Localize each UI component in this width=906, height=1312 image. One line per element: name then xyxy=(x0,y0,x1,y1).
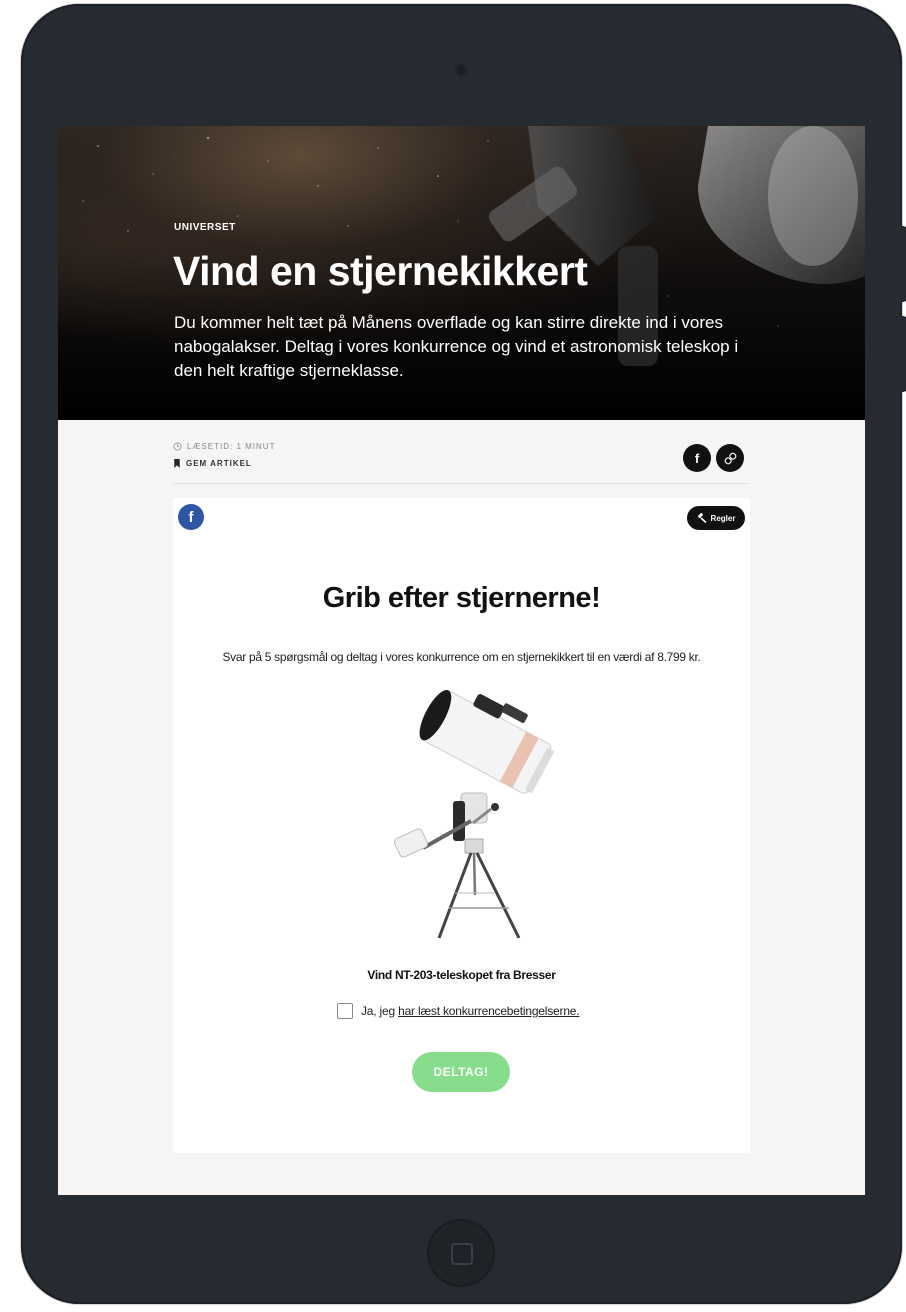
terms-label-prefix: Ja, jeg xyxy=(361,1004,399,1018)
article-hero: UNIVERSET Vind en stjernekikkert Du komm… xyxy=(58,126,865,420)
rules-label: Regler xyxy=(710,513,736,523)
home-button[interactable] xyxy=(427,1219,495,1287)
gavel-icon xyxy=(697,513,707,523)
read-time-label: LÆSETID: 1 MINUT xyxy=(187,442,276,451)
rules-button[interactable]: Regler xyxy=(687,506,745,530)
save-article-button[interactable]: GEM ARTIKEL xyxy=(173,459,252,468)
volume-up-button[interactable] xyxy=(899,226,906,302)
facebook-login-button[interactable]: f xyxy=(178,504,204,530)
read-time: LÆSETID: 1 MINUT xyxy=(173,442,275,451)
save-article-label: GEM ARTIKEL xyxy=(186,459,252,468)
bookmark-icon xyxy=(174,459,180,468)
link-icon xyxy=(724,452,736,464)
clock-icon xyxy=(173,442,182,451)
contest-title: Grib efter stjernerne! xyxy=(322,582,601,614)
article-description: Du kommer helt tæt på Månens overflade o… xyxy=(174,313,739,380)
participate-button[interactable]: DELTAG! xyxy=(412,1052,510,1092)
terms-checkbox[interactable] xyxy=(337,1003,353,1019)
terms-link[interactable]: har læst konkurrencebetingelserne. xyxy=(398,1004,580,1018)
article-meta: LÆSETID: 1 MINUT GEM ARTIKEL f xyxy=(173,438,750,488)
facebook-icon: f xyxy=(694,450,700,466)
share-facebook-button[interactable]: f xyxy=(683,444,711,472)
product-caption: Vind NT-203-teleskopet fra Bresser xyxy=(367,968,556,982)
terms-consent[interactable]: Ja, jeg har læst konkurrencebetingelsern… xyxy=(337,1003,580,1019)
tablet-screen: UNIVERSET Vind en stjernekikkert Du komm… xyxy=(58,126,865,1195)
share-link-button[interactable] xyxy=(716,444,744,472)
article-title: Vind en stjernekikkert xyxy=(173,248,588,294)
terms-label: Ja, jeg har læst konkurrencebetingelsern… xyxy=(361,1004,580,1018)
contest-subtitle: Svar på 5 spørgsmål og deltag i vores ko… xyxy=(222,650,701,664)
article-category[interactable]: UNIVERSET xyxy=(174,222,236,233)
meta-divider xyxy=(173,483,750,484)
telescope-product-image xyxy=(393,690,554,939)
contest-card: f Regler Grib efter stjernerne! Svar på … xyxy=(173,498,750,1153)
volume-down-button[interactable] xyxy=(899,316,906,392)
facebook-icon: f xyxy=(188,508,194,526)
front-camera xyxy=(455,64,467,76)
